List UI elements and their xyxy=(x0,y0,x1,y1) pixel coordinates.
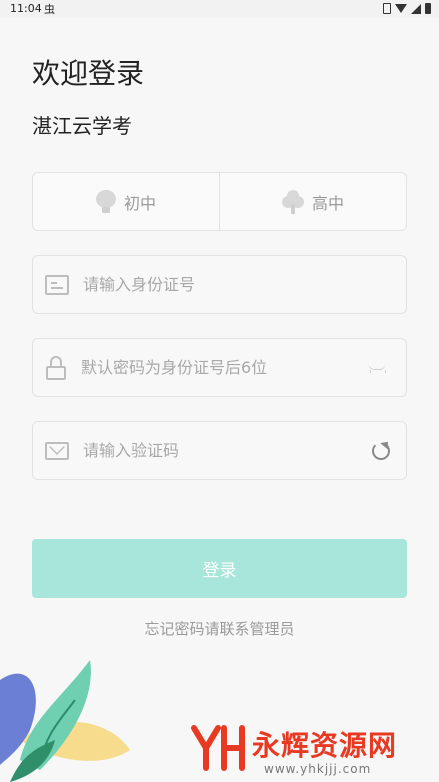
signal-icon xyxy=(411,3,421,14)
password-field xyxy=(32,338,407,397)
tree-icon xyxy=(281,189,304,214)
status-icons xyxy=(383,3,431,14)
password-input[interactable] xyxy=(81,358,368,377)
refresh-icon[interactable] xyxy=(372,441,390,460)
app-notification-icon: 虫 xyxy=(44,3,55,16)
vibrate-icon xyxy=(383,3,391,14)
watermark-title: 永辉资源网 xyxy=(252,729,398,762)
wifi-icon xyxy=(395,4,407,13)
level-option-label: 初中 xyxy=(123,193,156,213)
captcha-field xyxy=(32,421,407,480)
watermark-url: www.yhkjjj.com xyxy=(264,762,372,776)
status-bar: 11:04 虫 xyxy=(0,0,439,18)
bulb-icon xyxy=(95,189,116,214)
forgot-password-link[interactable]: 忘记密码请联系管理员 xyxy=(0,618,439,639)
eye-closed-icon[interactable] xyxy=(368,363,388,373)
watermark: 永辉资源网 www.yhkjjj.com xyxy=(190,722,439,782)
level-option-label: 高中 xyxy=(311,193,344,213)
id-number-input[interactable] xyxy=(83,275,406,294)
status-time: 11:04 xyxy=(10,2,42,15)
page-title: 欢迎登录 xyxy=(32,57,145,90)
leaf-decoration xyxy=(0,660,130,782)
id-number-field xyxy=(32,255,407,314)
captcha-input[interactable] xyxy=(83,441,372,460)
level-option-senior[interactable]: 高中 xyxy=(219,173,406,230)
lock-icon xyxy=(45,355,67,380)
id-card-icon xyxy=(45,274,69,295)
login-button[interactable]: 登录 xyxy=(32,539,407,598)
app-name: 湛江云学考 xyxy=(32,114,132,138)
battery-icon xyxy=(425,3,431,14)
watermark-logo xyxy=(191,725,245,771)
school-level-switch: 初中 高中 xyxy=(32,172,407,231)
mail-icon xyxy=(45,441,69,460)
level-option-junior[interactable]: 初中 xyxy=(33,173,219,230)
